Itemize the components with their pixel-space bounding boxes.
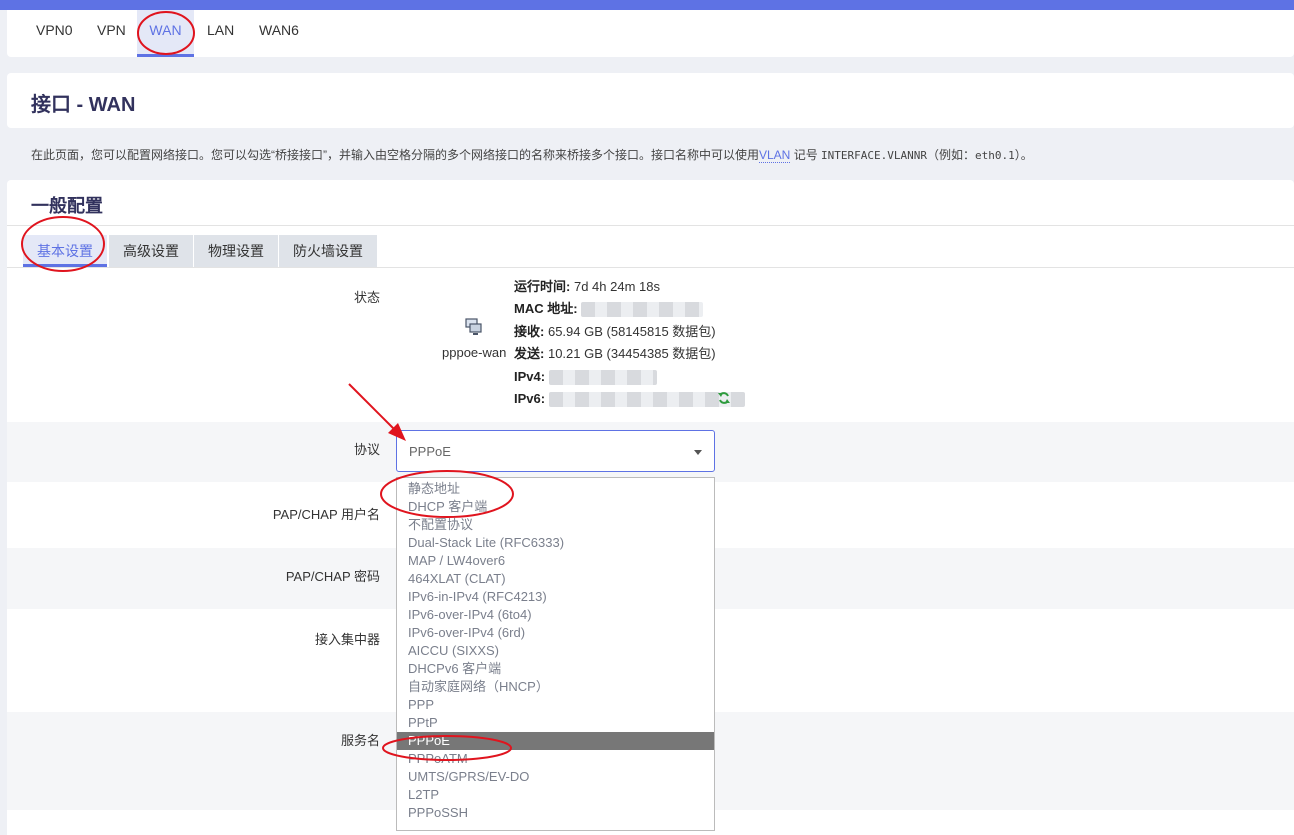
concentrator-label: 接入集中器 [314,632,380,647]
protocol-option[interactable]: IPv6-over-IPv4 (6rd) [397,624,714,642]
protocol-option[interactable]: L2TP [397,786,714,804]
vlan-notation-code: INTERFACE.VLANNR [821,149,927,162]
interface-tab-bar: VPN0 VPN WAN LAN WAN6 [7,10,1294,57]
description-text-1: 在此页面，您可以配置网络接口。您可以勾选“桥接接口”，并输入由空格分隔的多个网络… [31,148,759,162]
uptime-label: 运行时间: [514,279,571,294]
section-title: 一般配置 [31,196,103,216]
tab-vpn0[interactable]: VPN0 [28,10,81,57]
service-label: 服务名 [340,733,380,748]
mac-value-redacted [581,302,704,318]
ipv6-label: IPv6: [514,391,546,407]
protocol-option[interactable]: IPv6-in-IPv4 (RFC4213) [397,588,714,606]
ipv4-label: IPv4: [514,368,546,384]
ipv4-value-redacted [548,369,657,385]
top-accent-bar [0,0,1294,10]
protocol-option[interactable]: IPv6-over-IPv4 (6to4) [397,606,714,624]
username-label: PAP/CHAP 用户名 [272,507,380,522]
protocol-option[interactable]: MAP / LW4over6 [397,552,714,570]
protocol-options-list[interactable]: 静态地址 DHCP 客户端 不配置协议 Dual-Stack Lite (RFC633… [396,477,715,831]
uptime-value: 7d 4h 24m 18s [573,279,660,294]
protocol-option[interactable]: DHCP 客户端 [397,498,714,516]
tab-wan[interactable]: WAN [137,10,194,57]
example-code: eth0.1 [975,149,1015,162]
tab-wan6[interactable]: WAN6 [251,10,307,57]
page-description: 在此页面，您可以配置网络接口。您可以勾选“桥接接口”，并输入由空格分隔的多个网络… [31,146,1033,163]
rx-value: 65.94 GB (58145815 数据包) [547,323,716,339]
rx-label: 接收: [514,323,545,339]
protocol-option[interactable]: PPPoSSH [397,804,714,822]
description-text-2: 记号 [790,148,822,162]
chevron-down-icon [694,450,702,455]
protocol-option[interactable]: Dual-Stack Lite (RFC6333) [397,534,714,552]
tab-basic-settings[interactable]: 基本设置 [23,235,107,267]
protocol-option[interactable]: 不配置协议 [397,516,714,534]
tab-physical-settings[interactable]: 物理设置 [194,235,278,267]
tab-vpn[interactable]: VPN [89,10,134,57]
tab-firewall-settings[interactable]: 防火墙设置 [279,235,377,267]
tab-lan[interactable]: LAN [199,10,242,57]
refresh-icon[interactable] [717,391,731,405]
mac-label: MAC 地址: [514,301,578,317]
protocol-option[interactable]: AICCU (SIXXS) [397,642,714,660]
protocol-option[interactable]: PPPoATM [397,750,714,768]
protocol-option[interactable]: UMTS/GPRS/EV-DO [397,768,714,786]
protocol-option[interactable]: 静态地址 [397,480,714,498]
device-name: pppoe-wan [442,345,507,360]
tx-label: 发送: [514,346,545,362]
protocol-label: 协议 [353,442,380,457]
protocol-option[interactable]: 464XLAT (CLAT) [397,570,714,588]
tab-advanced-settings[interactable]: 高级设置 [109,235,193,267]
protocol-option[interactable]: PPPoE [397,732,714,750]
protocol-option[interactable]: PPtP [397,714,714,732]
description-text-3: （例如： [927,148,976,162]
status-details: 运行时间: 7d 4h 24m 18s MAC 地址: 接收: 65.94 GB… [514,276,745,410]
protocol-option[interactable]: 自动家庭网络（HNCP） [397,678,714,696]
ipv6-value-redacted [548,392,745,408]
title-card: 接口 - WAN [7,73,1294,128]
status-label: 状态 [353,290,380,305]
vlan-abbr: VLAN [759,148,791,163]
network-device-icon [465,318,482,335]
description-text-4: ）。 [1014,148,1033,162]
page-title: 接口 - WAN [31,94,136,116]
password-label: PAP/CHAP 密码 [285,569,380,584]
protocol-option[interactable]: PPP [397,696,714,714]
tx-value: 10.21 GB (34454385 数据包) [547,346,716,362]
protocol-select[interactable]: PPPoE [396,430,715,472]
section-divider [7,225,1294,226]
protocol-option[interactable]: DHCPv6 客户端 [397,660,714,678]
protocol-selected-value: PPPoE [409,444,451,459]
